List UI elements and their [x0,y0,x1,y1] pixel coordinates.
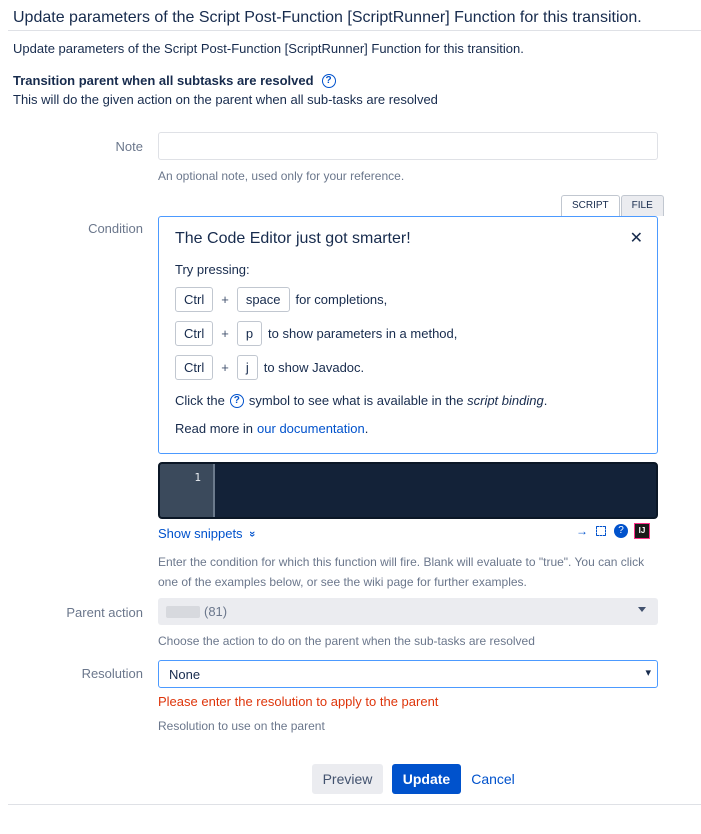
function-description: This will do the given action on the par… [13,92,438,107]
page-title: Update parameters of the Script Post-Fun… [13,9,642,26]
tab-script[interactable]: SCRIPT [561,195,620,216]
resolution-value: None [169,666,201,682]
tip-click-end: . [543,393,548,408]
plus-sign: + [221,292,229,307]
editor-gutter: 1 [160,464,215,517]
tip-binding-line: Click the ? symbol to see what is availa… [175,393,547,408]
plus-sign: + [221,360,229,375]
parent-action-description: Choose the action to do on the parent wh… [158,634,535,648]
title-divider [8,30,701,31]
help-icon: ? [229,393,244,408]
redacted-value [166,605,200,618]
condition-description: Enter the condition for which this funct… [158,555,645,589]
update-button[interactable]: Update [392,764,461,794]
parent-action-value: (81) [204,604,228,619]
documentation-link[interactable]: our documentation [257,421,365,436]
note-description: An optional note, used only for your ref… [158,169,405,183]
show-snippets-link[interactable]: Show snippets » [158,526,258,541]
kbd-ctrl: Ctrl [175,287,214,312]
intro-text: Update parameters of the Script Post-Fun… [13,41,524,56]
tip-script-binding: script binding [467,393,544,408]
parent-action-label: Parent action [66,605,143,620]
tip-read-end: . [364,421,369,436]
show-snippets-label: Show snippets [158,526,243,541]
kbd-j: j [236,355,258,380]
note-input[interactable] [158,132,658,160]
function-title: Transition parent when all subtasks are … [13,73,336,88]
condition-label: Condition [88,221,143,236]
tip-try-pressing: Try pressing: [175,262,250,277]
help-icon[interactable]: ? [321,73,336,88]
kbd-space: space [236,287,290,312]
line-number: 1 [194,471,201,484]
plus-sign: + [221,326,229,341]
cancel-link[interactable]: Cancel [470,764,516,794]
shortcut-text: to show Javadoc. [263,360,365,375]
code-editor[interactable]: 1 [158,462,658,519]
chevron-double-down-icon: » [245,530,258,537]
tip-heading: The Code Editor just got smarter! [175,230,411,247]
fullscreen-icon[interactable] [596,526,606,536]
resolution-error: Please enter the resolution to apply to … [158,694,439,709]
close-icon[interactable]: ✕ [630,228,643,248]
tip-read-more: Read more in [175,421,254,436]
code-editor-tip: The Code Editor just got smarter! ✕ Try … [158,216,658,454]
tab-file[interactable]: FILE [620,195,664,216]
chevron-down-icon [638,607,646,612]
shortcut-javadoc: Ctrl + j to show Javadoc. [175,355,364,380]
editor-tabs: SCRIPT FILE [561,195,664,216]
note-label: Note [115,139,143,154]
editor-toolbar: → ? IJ [576,523,650,539]
tip-click-middle: symbol to see what is available in the [248,393,464,408]
resolution-description: Resolution to use on the parent [158,719,325,733]
shortcut-text: to show parameters in a method, [268,326,458,341]
shortcut-completions: Ctrl + space for completions, [175,287,387,312]
resolution-label: Resolution [81,666,143,681]
function-title-text: Transition parent when all subtasks are … [13,73,314,88]
arrow-right-icon[interactable]: → [576,524,588,538]
intellij-icon[interactable]: IJ [634,523,650,539]
kbd-p: p [236,321,263,346]
chevron-down-icon: ▾ [645,667,651,679]
shortcut-parameters: Ctrl + p to show parameters in a method, [175,321,457,346]
tip-click-prefix: Click the [175,393,225,408]
resolution-select[interactable]: None ▾ [158,660,658,688]
shortcut-text: for completions, [295,292,388,307]
preview-button[interactable]: Preview [312,764,383,794]
kbd-ctrl: Ctrl [175,355,214,380]
help-icon[interactable]: ? [614,524,628,538]
kbd-ctrl: Ctrl [175,321,214,346]
tip-read-more-line: Read more in our documentation . [175,421,368,436]
parent-action-select[interactable]: (81) [158,598,658,625]
footer-divider [8,804,701,805]
